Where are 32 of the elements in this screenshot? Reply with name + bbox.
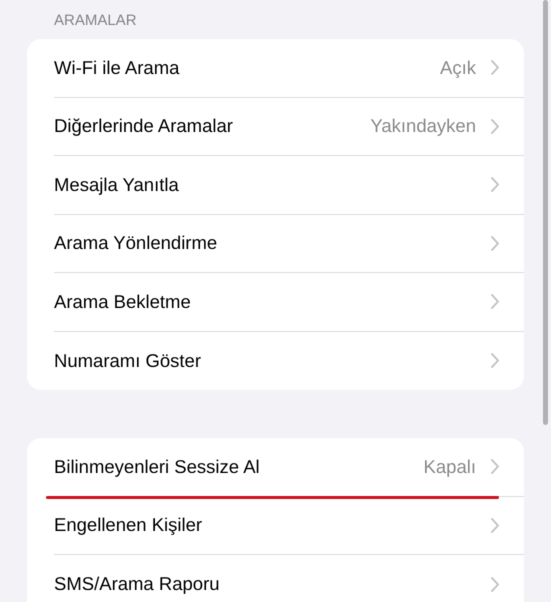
row-label: Numaramı Göster [54, 348, 202, 373]
settings-row[interactable]: SMS/Arama Raporu [27, 555, 524, 602]
settings-row[interactable]: Numaramı Göster [27, 332, 524, 390]
row-label: Engellenen Kişiler [54, 513, 204, 538]
row-label: Bilinmeyenleri Sessize Al [54, 454, 261, 479]
row-label: Arama Yönlendirme [54, 231, 218, 256]
settings-row[interactable]: Arama Bekletme [27, 273, 524, 332]
chevron-icon [490, 576, 500, 593]
settings-row[interactable]: Engellenen Kişiler [27, 496, 524, 555]
row-label: Arama Bekletme [54, 290, 192, 314]
scrollbar-icon [543, 0, 548, 425]
chevron-icon [490, 458, 500, 476]
settings-row[interactable]: Wi-Fi ile Arama Açık [27, 39, 524, 98]
row-label: SMS/Arama Raporu [54, 572, 221, 596]
chevron-icon [490, 516, 500, 534]
row-value: Kapalı [424, 454, 476, 479]
row-value: Yakındayken [370, 114, 476, 138]
row-label: Diğerlerinde Aramalar [54, 114, 234, 138]
chevron-icon [490, 293, 500, 310]
chevron-icon [490, 352, 500, 370]
section-header: ARAMALAR [53, 11, 138, 31]
row-label: Mesajla Yanıtla [54, 172, 180, 197]
row-label: Wi-Fi ile Arama [54, 56, 180, 80]
settings-row[interactable]: Bilinmeyenleri Sessize Al Kapalı [27, 438, 524, 496]
chevron-icon [490, 234, 500, 252]
chevron-icon [490, 118, 500, 135]
settings-row[interactable]: Diğerlerinde Aramalar Yakındayken [27, 98, 524, 156]
chevron-icon [490, 176, 500, 194]
row-value: Açık [440, 56, 476, 80]
chevron-icon [490, 59, 500, 76]
settings-row[interactable]: Arama Yönlendirme [27, 214, 524, 273]
settings-row[interactable]: Mesajla Yanıtla [27, 156, 524, 214]
